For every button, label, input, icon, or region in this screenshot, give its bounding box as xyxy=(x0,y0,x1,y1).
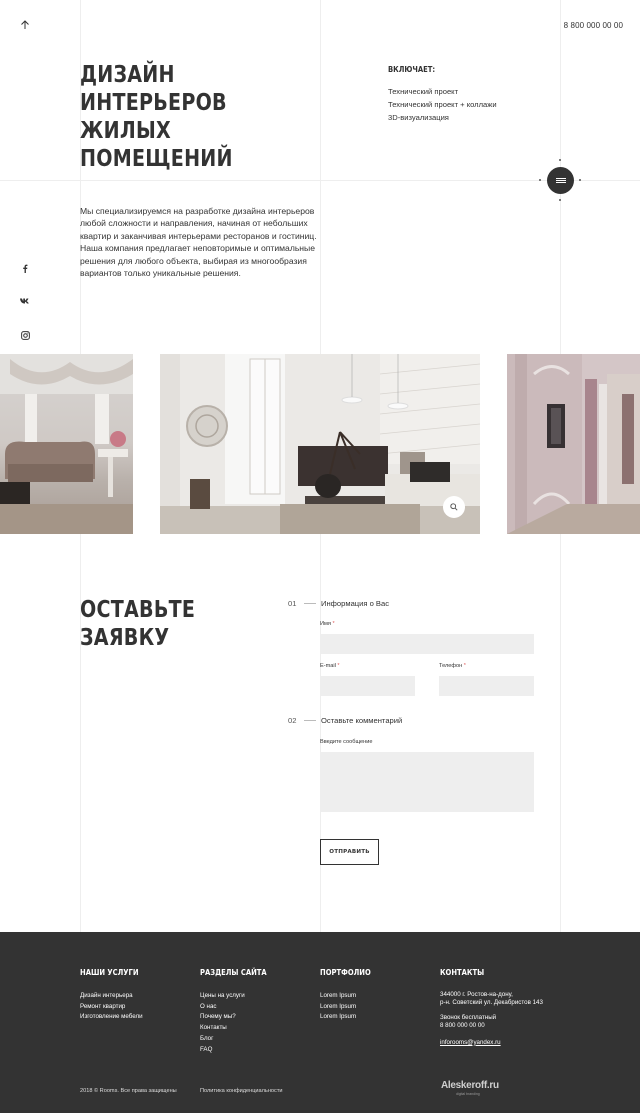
title-line: ЗАЯВКУ xyxy=(80,625,170,651)
page-title: ДИЗАЙН ИНТЕРЬЕРОВ ЖИЛЫХ ПОМЕЩЕНИЙ xyxy=(80,61,263,173)
footer-heading: КОНТАКТЫ xyxy=(440,968,485,977)
scroll-up-button[interactable] xyxy=(18,18,32,32)
footer-link[interactable]: Lorem Ipsum xyxy=(320,991,380,1002)
submit-button[interactable]: ОТПРАВИТЬ xyxy=(320,839,379,865)
privacy-link[interactable]: Политика конфиденциальности xyxy=(200,1088,283,1094)
name-label: Имя * xyxy=(320,621,335,627)
footer-link[interactable]: Почему мы? xyxy=(200,1012,278,1023)
email-label: E-mail * xyxy=(320,663,340,669)
form-step: 01 Информация о Вас xyxy=(288,599,389,608)
copyright: 2018 © Rooms. Все права защищены xyxy=(80,1088,177,1094)
footer-link[interactable]: О нас xyxy=(200,1002,278,1013)
email-field[interactable] xyxy=(320,676,415,696)
facebook-icon xyxy=(23,264,28,273)
name-field[interactable] xyxy=(320,634,534,654)
developer-logo-subtitle: digital branding xyxy=(456,1092,480,1096)
instagram-icon xyxy=(20,330,30,340)
developer-logo[interactable]: Aleskeroff.ru xyxy=(441,1080,499,1091)
menu-button[interactable] xyxy=(547,167,574,194)
facebook-link[interactable] xyxy=(20,263,30,273)
footer-link[interactable]: Дизайн интерьера xyxy=(80,991,149,1002)
footer: НАШИ УСЛУГИ Дизайн интерьера Ремонт квар… xyxy=(0,932,640,1113)
footer-link[interactable]: FAQ xyxy=(200,1045,278,1056)
contact-call-label: Звонок бесплатный xyxy=(440,1013,497,1021)
request-title: ОСТАВЬТЕ ЗАЯВКУ xyxy=(80,596,229,652)
title-line: ОСТАВЬТЕ xyxy=(80,597,196,623)
header-phone[interactable]: 8 800 000 00 00 xyxy=(564,21,623,30)
step-divider xyxy=(304,603,316,604)
footer-heading: НАШИ УСЛУГИ xyxy=(80,968,139,977)
zoom-button[interactable] xyxy=(443,496,465,518)
instagram-link[interactable] xyxy=(20,330,30,340)
footer-services: НАШИ УСЛУГИ Дизайн интерьера Ремонт квар… xyxy=(80,968,149,1023)
form-step: 02 Оставьте комментарий xyxy=(288,716,402,725)
title-line: ИНТЕРЬЕРОВ xyxy=(80,90,227,116)
footer-heading: РАЗДЕЛЫ САЙТА xyxy=(200,968,267,977)
footer-link[interactable]: Изготовление мебели xyxy=(80,1012,149,1023)
arrow-up-icon xyxy=(21,20,29,29)
vk-icon xyxy=(20,298,29,304)
includes-item: 3D-визуализация xyxy=(388,113,449,122)
contact-address: р-н. Советский ул. Декабристов 143 xyxy=(440,999,543,1007)
footer-link[interactable]: Ремонт квартир xyxy=(80,1002,149,1013)
title-line: ЖИЛЫХ xyxy=(80,118,171,144)
footer-portfolio: ПОРТФОЛИО Lorem Ipsum Lorem Ipsum Lorem … xyxy=(320,968,380,1023)
footer-contacts: КОНТАКТЫ 344000 г. Ростов-на-дону, р-н. … xyxy=(440,968,543,1047)
phone-label: Телефон * xyxy=(439,663,466,669)
gallery-image[interactable] xyxy=(507,354,640,534)
step-label: Оставьте комментарий xyxy=(321,716,403,725)
title-line: ПОМЕЩЕНИЙ xyxy=(80,146,233,172)
gallery-image[interactable] xyxy=(160,354,480,534)
includes-block: ВКЛЮЧАЕТ: Технический проект Технический… xyxy=(388,65,497,124)
includes-item: Технический проект + коллажи xyxy=(388,100,497,109)
gallery-image[interactable] xyxy=(0,354,133,534)
message-label: Введите сообщение xyxy=(320,739,373,745)
includes-title: ВКЛЮЧАЕТ: xyxy=(388,65,436,74)
footer-link[interactable]: Lorem Ipsum xyxy=(320,1002,380,1013)
step-label: Информация о Вас xyxy=(321,599,390,608)
footer-link[interactable]: Блог xyxy=(200,1034,278,1045)
contact-phone[interactable]: 8 800 000 00 00 xyxy=(440,1022,543,1030)
footer-link[interactable]: Контакты xyxy=(200,1023,278,1034)
search-icon xyxy=(450,503,458,511)
nav-dot[interactable] xyxy=(579,179,581,181)
footer-sections: РАЗДЕЛЫ САЙТА Цены на услуги О нас Почем… xyxy=(200,968,278,1055)
step-divider xyxy=(304,720,316,721)
grid-line xyxy=(0,180,640,181)
nav-dot[interactable] xyxy=(539,179,541,181)
footer-link[interactable]: Цены на услуги xyxy=(200,991,278,1002)
step-number: 01 xyxy=(288,599,297,608)
nav-dot[interactable] xyxy=(559,199,561,201)
contact-address: 344000 г. Ростов-на-дону, xyxy=(440,991,513,998)
step-number: 02 xyxy=(288,716,297,725)
footer-link[interactable]: Lorem Ipsum xyxy=(320,1012,380,1023)
includes-item: Технический проект xyxy=(388,87,459,96)
vk-link[interactable] xyxy=(20,296,30,306)
footer-heading: ПОРТФОЛИО xyxy=(320,968,371,977)
hero-description: Мы специализируемся на разработке дизайн… xyxy=(80,206,317,279)
contact-email[interactable]: inforooms@yandex.ru xyxy=(440,1039,543,1047)
title-line: ДИЗАЙН xyxy=(80,62,175,88)
phone-field[interactable] xyxy=(439,676,534,696)
hamburger-icon xyxy=(555,177,566,185)
message-field[interactable] xyxy=(320,752,534,812)
nav-dot[interactable] xyxy=(559,159,561,161)
